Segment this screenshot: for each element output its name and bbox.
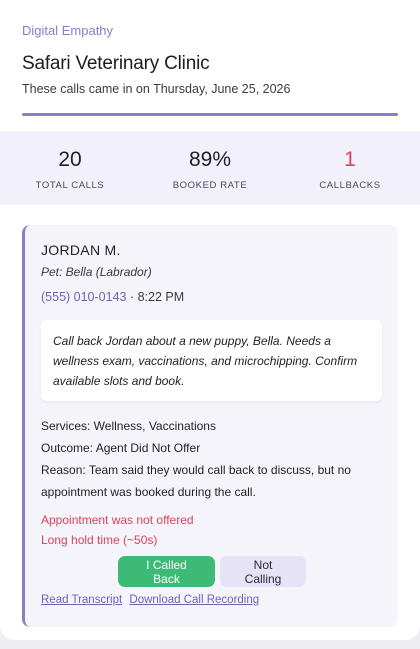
stat-label: TOTAL CALLS: [35, 180, 105, 191]
stat-value: 89%: [188, 148, 232, 171]
issue-flags: Appointment was not offered Long hold ti…: [41, 510, 194, 550]
date-subtitle: These calls came in on Thursday, June 25…: [22, 82, 291, 96]
callback-actions: I Called Back Not Calling: [118, 556, 306, 587]
caller-name: JORDAN M.: [41, 242, 121, 258]
stat-label: CALLBACKS: [319, 180, 381, 191]
call-time: 8:22 PM: [137, 290, 185, 304]
stat-value: 1: [344, 148, 356, 171]
outcome-line: Outcome: Agent Did Not Offer: [41, 441, 201, 455]
header-divider: [22, 113, 398, 116]
separator: ·: [126, 290, 138, 304]
stats-bar: 20 TOTAL CALLS 89% BOOKED RATE 1 CALLBAC…: [0, 131, 420, 205]
stat-value: 20: [58, 148, 82, 171]
phone-number[interactable]: (555) 010-0143: [41, 290, 126, 304]
flag-long-hold: Long hold time (~50s): [41, 533, 158, 547]
call-details: Services: Wellness, Vaccinations Outcome…: [41, 415, 381, 503]
stat-total-calls: 20 TOTAL CALLS: [0, 131, 140, 205]
services-line: Services: Wellness, Vaccinations: [41, 419, 216, 433]
flag-not-offered: Appointment was not offered: [41, 513, 194, 527]
pet-info: Pet: Bella (Labrador): [41, 265, 152, 279]
call-contact-line: (555) 010-0143 · 8:22 PM: [41, 290, 184, 304]
i-called-back-button[interactable]: I Called Back: [118, 556, 215, 587]
callback-card: JORDAN M. Pet: Bella (Labrador) (555) 01…: [22, 225, 398, 627]
clinic-name: Safari Veterinary Clinic: [22, 53, 210, 74]
call-links: Read Transcript Download Call Recording: [41, 594, 263, 606]
stat-label: BOOKED RATE: [172, 180, 248, 191]
read-transcript-link[interactable]: Read Transcript: [41, 594, 122, 606]
summary-card: Digital Empathy Safari Veterinary Clinic…: [0, 0, 420, 640]
stat-booked-rate: 89% BOOKED RATE: [140, 131, 280, 205]
stat-callbacks: 1 CALLBACKS: [280, 131, 420, 205]
reason-line: Reason: Team said they would call back t…: [41, 463, 351, 499]
not-calling-button[interactable]: Not Calling: [220, 556, 306, 587]
download-recording-link[interactable]: Download Call Recording: [129, 594, 259, 606]
brand-label: Digital Empathy: [22, 23, 114, 38]
callback-note: Call back Jordan about a new puppy, Bell…: [41, 320, 382, 401]
